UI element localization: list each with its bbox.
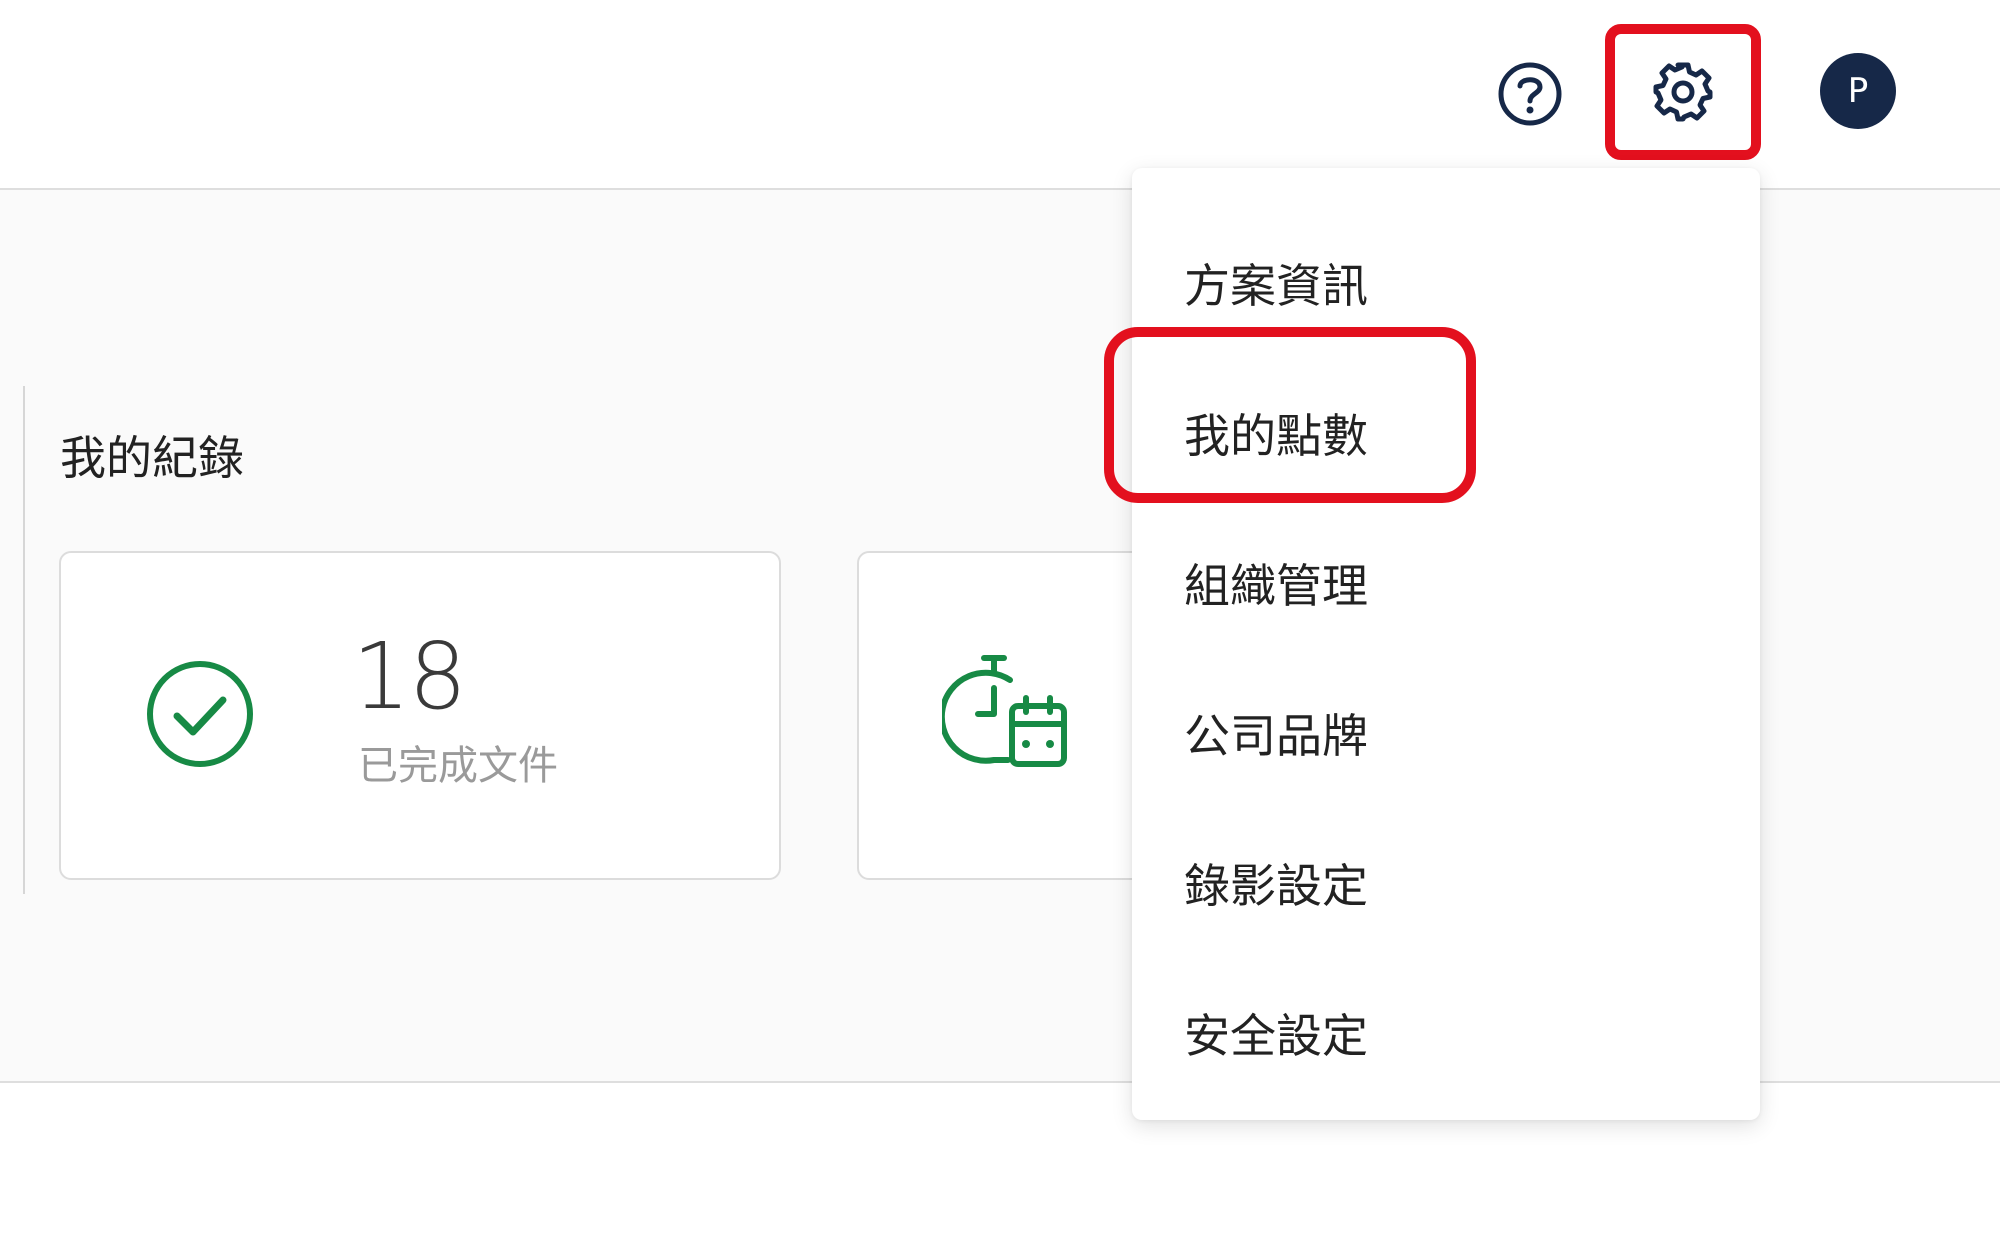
menu-item-company-brand[interactable]: 公司品牌 xyxy=(1132,658,1760,808)
settings-dropdown-menu: 方案資訊 我的點數 組織管理 公司品牌 錄影設定 安全設定 xyxy=(1132,168,1760,1120)
gear-icon xyxy=(1653,62,1713,122)
stopwatch-calendar-icon xyxy=(942,655,1067,767)
menu-item-security-settings[interactable]: 安全設定 xyxy=(1132,958,1760,1108)
section-divider xyxy=(23,386,25,894)
check-circle-icon xyxy=(147,661,253,767)
menu-item-recording-settings[interactable]: 錄影設定 xyxy=(1132,808,1760,958)
help-button[interactable] xyxy=(1492,56,1568,132)
records-title: 我的紀錄 xyxy=(60,431,244,485)
top-header: P xyxy=(0,0,2000,190)
menu-item-plan-info[interactable]: 方案資訊 xyxy=(1132,208,1760,358)
settings-button[interactable] xyxy=(1605,24,1761,160)
completed-docs-count: 18 xyxy=(352,623,467,730)
app-root: P 我的紀錄 18 已完成文件 方案資訊 我的點數 組織管理 公司品牌 錄影設定 xyxy=(0,0,2000,1240)
question-circle-icon xyxy=(1498,62,1562,126)
avatar-initial: P xyxy=(1847,71,1869,111)
menu-item-my-points[interactable]: 我的點數 xyxy=(1132,358,1760,508)
user-avatar[interactable]: P xyxy=(1820,53,1896,129)
completed-docs-label: 已完成文件 xyxy=(358,743,558,789)
menu-item-organization[interactable]: 組織管理 xyxy=(1132,508,1760,658)
